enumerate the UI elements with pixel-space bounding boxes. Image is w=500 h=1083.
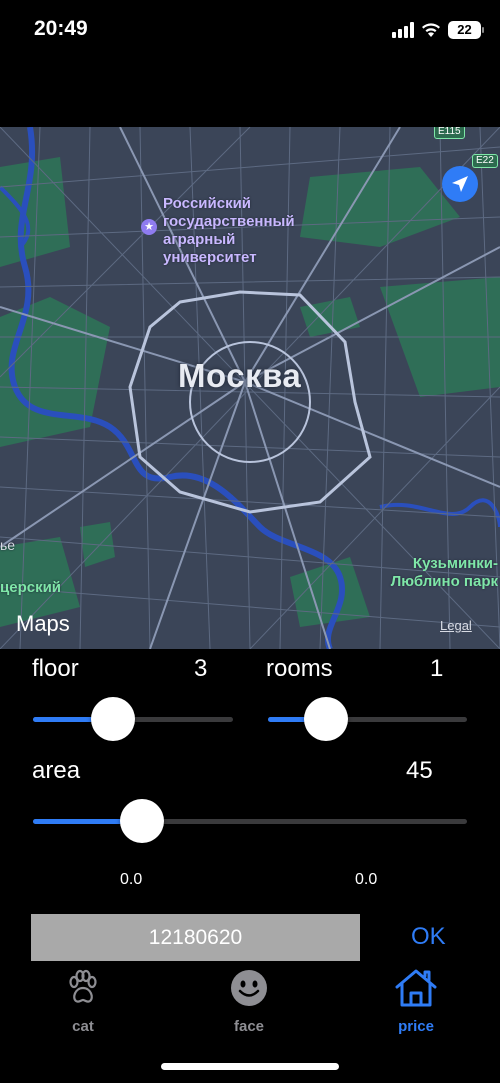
extra-value-left: 0.0 xyxy=(120,871,143,888)
ok-button[interactable]: OK xyxy=(411,923,446,951)
road-badge-e22: E22 xyxy=(472,154,498,168)
status-time: 20:49 xyxy=(34,17,88,40)
slider-thumb[interactable] xyxy=(303,697,348,741)
star-icon[interactable]: ★ xyxy=(141,219,157,235)
tab-price-label: price xyxy=(398,1018,434,1035)
floor-slider[interactable] xyxy=(33,697,233,741)
road-badge-e115: E115 xyxy=(434,127,465,139)
maps-brand: Maps xyxy=(16,611,70,636)
wifi-icon xyxy=(422,23,440,37)
tab-price[interactable]: price xyxy=(376,968,456,1035)
paw-icon xyxy=(69,969,97,1003)
house-icon xyxy=(395,969,437,1007)
location-arrow-button[interactable] xyxy=(442,166,478,202)
cellular-signal-icon xyxy=(392,22,416,38)
battery-icon: 22 xyxy=(448,21,481,39)
battery-level: 22 xyxy=(457,22,472,37)
floor-value: 3 xyxy=(194,655,208,682)
smiley-face-icon xyxy=(231,970,267,1006)
tab-cat-label: cat xyxy=(72,1018,94,1035)
legal-link[interactable]: Legal xyxy=(440,618,472,633)
home-indicator xyxy=(161,1063,339,1070)
area-label: area xyxy=(32,757,81,784)
park-label[interactable]: Кузьминки-Люблино парк xyxy=(378,555,498,591)
tab-face[interactable]: face xyxy=(209,968,289,1035)
floor-label: floor xyxy=(32,655,79,682)
area-value: 45 xyxy=(406,757,433,784)
battery-cap xyxy=(482,27,484,33)
tab-cat[interactable]: cat xyxy=(43,968,123,1035)
location-arrow-icon xyxy=(452,176,468,192)
price-field: 12180620 xyxy=(31,914,360,961)
slider-thumb[interactable] xyxy=(119,799,164,843)
extra-value-right: 0.0 xyxy=(355,871,378,888)
partial-park-label: церский xyxy=(0,579,62,596)
university-label[interactable]: Российский государственный аграрный унив… xyxy=(163,195,313,267)
rooms-label: rooms xyxy=(266,655,333,682)
area-slider[interactable] xyxy=(33,799,467,843)
status-bar: 20:49 22 xyxy=(0,0,500,60)
tab-face-label: face xyxy=(233,1018,265,1035)
rooms-slider[interactable] xyxy=(268,697,467,741)
rooms-value: 1 xyxy=(430,655,444,682)
city-label: Москва xyxy=(178,357,302,394)
map-view[interactable]: E115 E22 ★ Российский государственный аг… xyxy=(0,127,500,649)
slider-thumb[interactable] xyxy=(91,697,135,741)
partial-label-left: ье xyxy=(0,537,16,553)
